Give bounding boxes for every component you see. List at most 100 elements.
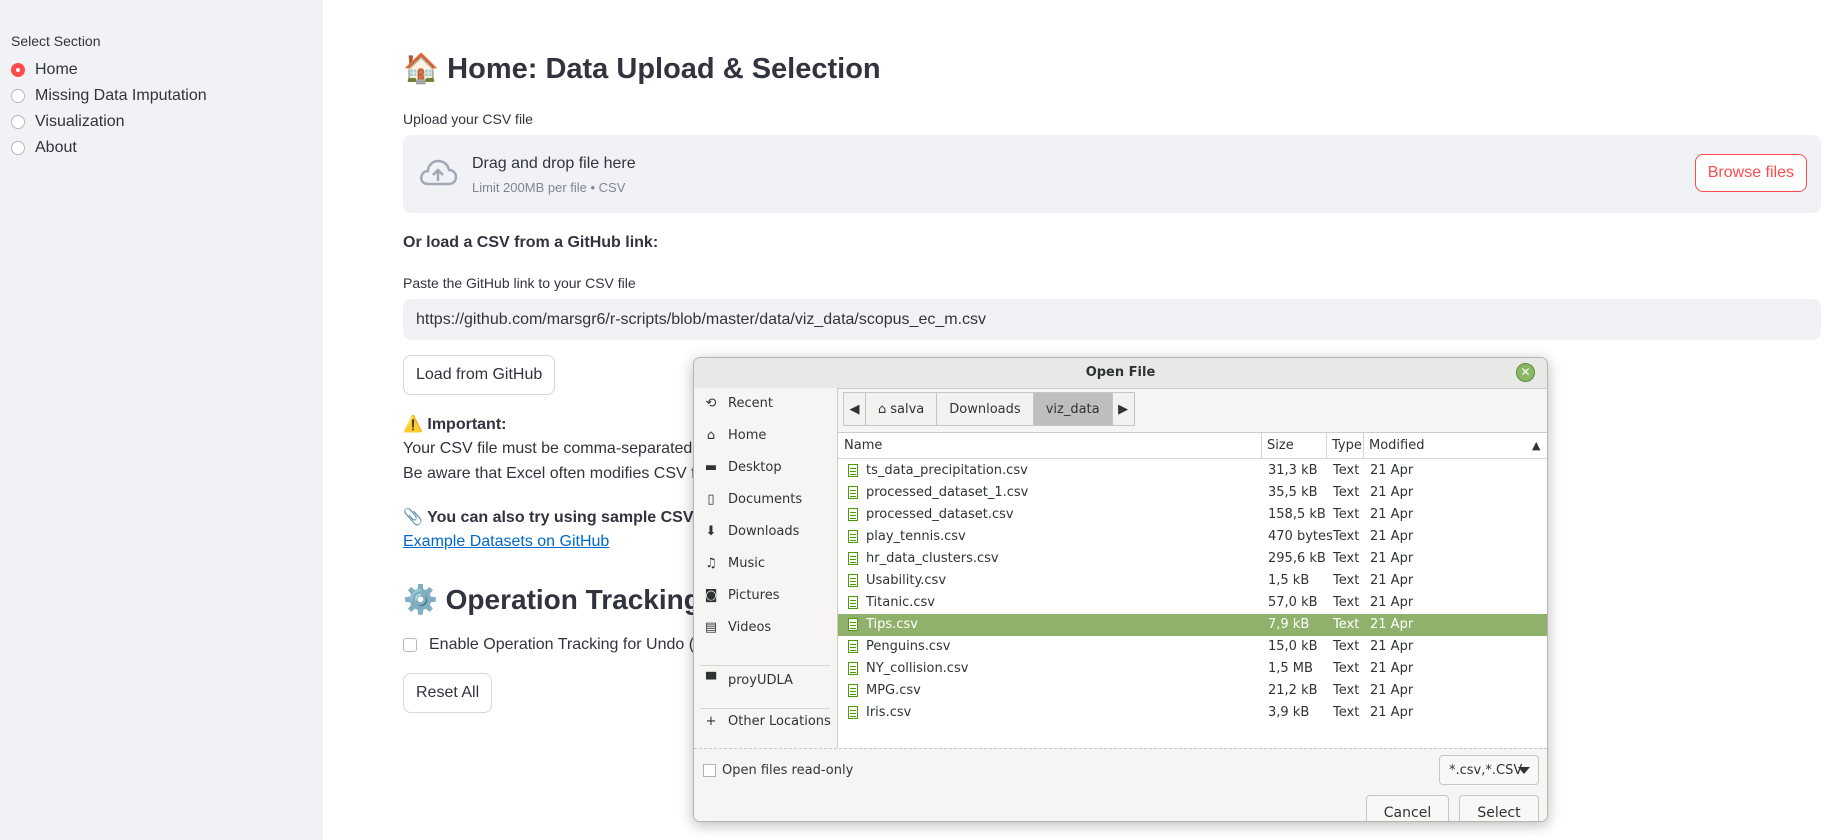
file-row[interactable]: ts_data_precipitation.csv 31,3 kB Text 21 A… [838, 460, 1547, 482]
radio-selected-icon[interactable] [11, 63, 25, 77]
places-divider [700, 665, 830, 666]
cancel-button[interactable]: Cancel [1366, 795, 1449, 821]
place-label: Other Locations [728, 714, 831, 729]
file-row[interactable]: processed_dataset_1.csv 35,5 kB Text 21 Apr [838, 482, 1547, 504]
cloud-upload-icon [420, 159, 457, 186]
page-title: 🏠 Home: Data Upload & Selection [403, 52, 881, 86]
dialog-bottom-area: Open files read-only *.csv,*.CSV Cancel … [694, 748, 1547, 821]
place-documents[interactable]: ▯ Documents [704, 492, 802, 507]
file-name: Usability.csv [866, 573, 947, 588]
dropdown-arrow-icon [1518, 767, 1530, 774]
path-segment-viz-data[interactable]: viz_data [1032, 392, 1113, 426]
tracking-checkbox-label: Enable Operation Tracking for Undo (Ma [429, 636, 717, 653]
file-dropzone[interactable]: Drag and drop file here Limit 200MB per … [403, 135, 1821, 213]
important-line-2: Be aware that Excel often modifies CSV f… [403, 465, 720, 482]
file-row[interactable]: processed_dataset.csv 158,5 kB Text 21 Apr [838, 504, 1547, 526]
place-recent[interactable]: ⟲ Recent [704, 396, 773, 411]
file-size: 7,9 kB [1268, 617, 1310, 632]
file-modified: 21 Apr [1370, 639, 1414, 654]
downloads-icon: ⬇ [705, 524, 717, 539]
radio-label: Visualization [35, 113, 125, 130]
text-file-icon [848, 662, 858, 675]
column-size[interactable]: Size [1267, 438, 1294, 453]
file-name: MPG.csv [866, 683, 921, 698]
path-segment-downloads[interactable]: Downloads [936, 392, 1034, 426]
file-type: Text [1333, 463, 1360, 478]
tracking-checkbox[interactable] [403, 638, 417, 652]
home-icon: ⌂ [878, 401, 887, 417]
text-file-icon [848, 530, 858, 543]
place-pictures[interactable]: ◙ Pictures [704, 588, 780, 603]
sample-heading: 📎 You can also try using sample CSV file… [403, 507, 735, 527]
file-modified: 21 Apr [1370, 463, 1414, 478]
radio-about[interactable]: About [11, 139, 77, 157]
column-modified[interactable]: Modified [1369, 438, 1424, 453]
place-downloads[interactable]: ⬇ Downloads [704, 524, 800, 539]
file-type: Text [1333, 507, 1360, 522]
file-name: ts_data_precipitation.csv [866, 463, 1028, 478]
file-row[interactable]: hr_data_clusters.csv 295,6 kB Text 21 Apr [838, 548, 1547, 570]
load-from-github-button[interactable]: Load from GitHub [403, 355, 556, 395]
file-modified: 21 Apr [1370, 595, 1414, 610]
sample-label: You can also try using sample CSV files: [427, 509, 736, 526]
column-divider [1261, 433, 1262, 458]
sidebar: Select Section Home Missing Data Imputat… [0, 0, 323, 840]
path-segment-label: salva [890, 401, 925, 417]
read-only-checkbox[interactable] [703, 764, 716, 777]
radio-missing-data-imputation[interactable]: Missing Data Imputation [11, 87, 207, 105]
place-other-locations[interactable]: + Other Locations [704, 714, 831, 729]
place-desktop[interactable]: ▬ Desktop [704, 460, 782, 475]
example-datasets-link[interactable]: Example Datasets on GitHub [403, 533, 609, 551]
radio-unselected-icon[interactable] [11, 141, 25, 155]
sidebar-title: Select Section [11, 33, 101, 49]
file-name: processed_dataset_1.csv [866, 485, 1029, 500]
file-name: Tips.csv [866, 617, 918, 632]
file-size: 158,5 kB [1268, 507, 1326, 522]
place-proyudla[interactable]: ▀ proyUDLA [704, 673, 793, 688]
text-file-icon [848, 596, 858, 609]
file-row[interactable]: play_tennis.csv 470 bytes Text 21 Apr [838, 526, 1547, 548]
text-file-icon [848, 640, 858, 653]
github-url-input[interactable]: https://github.com/marsgr6/r-scripts/blo… [403, 299, 1821, 340]
file-row[interactable]: Iris.csv 3,9 kB Text 21 Apr [838, 702, 1547, 724]
file-type-filter[interactable]: *.csv,*.CSV [1439, 755, 1539, 785]
browse-files-button[interactable]: Browse files [1694, 154, 1807, 192]
place-home[interactable]: ⌂ Home [704, 428, 767, 443]
radio-unselected-icon[interactable] [11, 115, 25, 129]
column-type[interactable]: Type [1332, 438, 1362, 453]
file-type: Text [1333, 661, 1360, 676]
reset-all-button[interactable]: Reset All [403, 673, 493, 713]
tracking-checkbox-row[interactable]: Enable Operation Tracking for Undo (Ma [403, 636, 716, 654]
path-segment-salva[interactable]: ⌂ salva [865, 392, 938, 426]
radio-label: Home [35, 61, 78, 78]
file-modified: 21 Apr [1370, 529, 1414, 544]
read-only-option[interactable]: Open files read-only [703, 763, 853, 778]
music-icon: ♫ [705, 556, 717, 571]
path-back-arrow-icon[interactable]: ◀ [843, 392, 866, 426]
places-divider [700, 708, 830, 709]
close-icon[interactable]: ✕ [1516, 363, 1535, 382]
file-size: 31,3 kB [1268, 463, 1318, 478]
place-videos[interactable]: ▤ Videos [704, 620, 771, 635]
file-row[interactable]: Tips.csv 7,9 kB Text 21 Apr [838, 614, 1547, 636]
column-name[interactable]: Name [844, 438, 882, 453]
path-forward-arrow-icon[interactable]: ▶ [1111, 392, 1135, 426]
file-size: 1,5 MB [1268, 661, 1313, 676]
radio-home[interactable]: Home [11, 61, 78, 79]
file-row[interactable]: MPG.csv 21,2 kB Text 21 Apr [838, 680, 1547, 702]
file-row[interactable]: Penguins.csv 15,0 kB Text 21 Apr [838, 636, 1547, 658]
file-row[interactable]: NY_collision.csv 1,5 MB Text 21 Apr [838, 658, 1547, 680]
warning-icon: ⚠️ [403, 416, 423, 433]
file-size: 295,6 kB [1268, 551, 1326, 566]
place-music[interactable]: ♫ Music [704, 556, 765, 571]
radio-label: Missing Data Imputation [35, 87, 207, 104]
important-heading: ⚠️ Important: [403, 414, 506, 434]
radio-visualization[interactable]: Visualization [11, 113, 125, 131]
text-file-icon [848, 486, 858, 499]
file-row[interactable]: Titanic.csv 57,0 kB Text 21 Apr [838, 592, 1547, 614]
radio-unselected-icon[interactable] [11, 89, 25, 103]
select-button[interactable]: Select [1459, 795, 1539, 821]
videos-icon: ▤ [704, 620, 718, 635]
text-file-icon [848, 684, 858, 697]
file-row[interactable]: Usability.csv 1,5 kB Text 21 Apr [838, 570, 1547, 592]
